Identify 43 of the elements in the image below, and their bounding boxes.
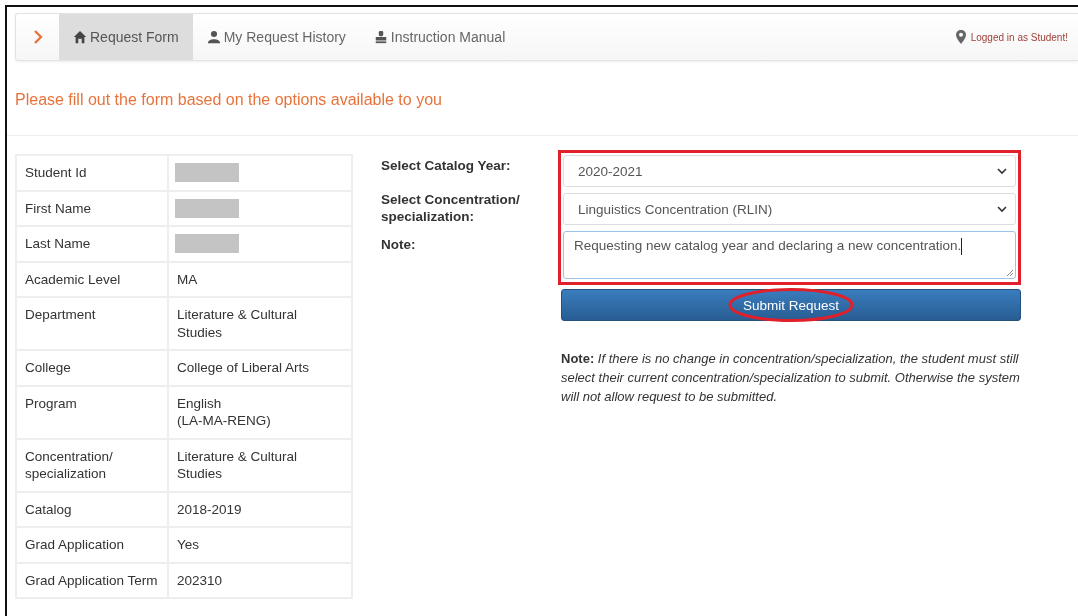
- table-cell: College of Liberal Arts: [168, 350, 352, 386]
- field-label: Note:: [381, 237, 417, 252]
- field-label: Select Catalog Year:: [381, 157, 512, 175]
- table-cell: Program: [16, 385, 168, 439]
- table-cell: First Name: [16, 190, 168, 226]
- nav-tab[interactable]: My Request History: [192, 14, 360, 60]
- table-cell: Catalog: [16, 491, 168, 527]
- submit-button[interactable]: Submit Request: [561, 289, 1021, 321]
- table-cell: Academic Level: [16, 261, 168, 297]
- table-cell: 202310: [168, 562, 352, 598]
- login-status: Logged in as Student!: [970, 31, 1068, 43]
- table-cell: Literature & Cultural Studies: [168, 297, 352, 350]
- table-cell: Yes: [168, 527, 352, 563]
- page-heading: Please fill out the form based on the options available to you: [15, 91, 443, 109]
- table-cell: Student Id: [16, 155, 168, 191]
- table-cell: English (LA-MA-RENG): [168, 385, 352, 439]
- caret-icon: [997, 205, 1007, 213]
- table-cell: Concentration/ specialization: [16, 438, 168, 492]
- resize-grip-icon: [1006, 269, 1013, 276]
- map-pin-icon: [955, 30, 966, 44]
- field-label: Select Concentration/ specialization:: [381, 191, 521, 226]
- table-cell: 2018-2019: [168, 491, 352, 527]
- table-cell: Last Name: [16, 226, 168, 262]
- user-icon: [206, 30, 221, 44]
- stamp-icon: [373, 30, 388, 44]
- home-icon: [73, 30, 87, 44]
- note-input[interactable]: Requesting new catalog year and declaring a new concentration.: [563, 231, 1016, 279]
- redaction-block: [175, 198, 239, 218]
- dropdown[interactable]: Linguistics Concentration (RLIN): [563, 193, 1016, 225]
- table-cell: College: [16, 350, 168, 386]
- chevron-icon: [32, 29, 43, 45]
- table-cell: Department: [16, 297, 168, 350]
- table-cell: MA: [168, 261, 352, 297]
- nav-tab[interactable]: Instruction Manual: [359, 14, 520, 60]
- note-text: Note: If there is no change in concentration/specialization, the student must still select their current concentration/specialization to submit. Otherwise the system will not allow request to be submitted.: [561, 350, 1021, 406]
- table-cell: Literature & Cultural Studies: [168, 438, 352, 492]
- dropdown[interactable]: 2020-2021: [563, 155, 1016, 187]
- redaction-block: [175, 234, 239, 253]
- nav-tab[interactable]: Request Form: [59, 14, 193, 60]
- redaction-block: [175, 163, 239, 182]
- table-cell: Grad Application: [16, 527, 168, 563]
- caret-icon: [997, 167, 1007, 175]
- table-cell: Grad Application Term: [16, 562, 168, 598]
